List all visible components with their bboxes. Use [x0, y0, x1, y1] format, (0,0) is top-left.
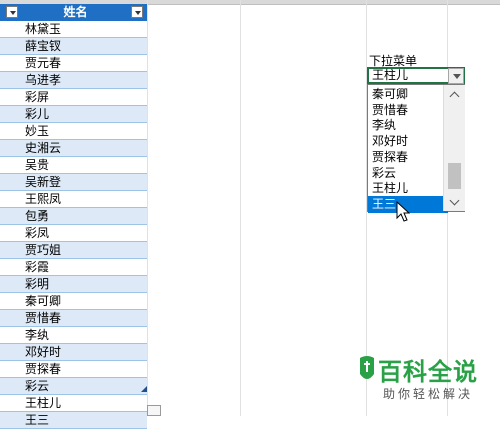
table-row[interactable]: 彩明: [0, 276, 147, 293]
dropdown-scrollbar[interactable]: [443, 85, 465, 211]
table-row[interactable]: 吴贵: [0, 157, 147, 174]
filter-dropdown-icon[interactable]: [6, 6, 18, 18]
scroll-thumb[interactable]: [448, 163, 461, 189]
table-row[interactable]: 彩凤: [0, 225, 147, 242]
chevron-down-icon: [449, 195, 460, 205]
table-resize-icon[interactable]: [141, 386, 147, 392]
table-row[interactable]: 贾元春: [0, 55, 147, 72]
table-row[interactable]: 贾惜春: [0, 310, 147, 327]
table-row[interactable]: 贾探春: [0, 361, 147, 378]
table-row[interactable]: 林黛玉: [0, 21, 147, 38]
mouse-cursor-icon: [396, 201, 410, 222]
table-row[interactable]: 史湘云: [0, 140, 147, 157]
table-row[interactable]: 彩霞: [0, 259, 147, 276]
dropdown-option[interactable]: 秦可卿: [368, 86, 448, 103]
table-row[interactable]: 王熙凤: [0, 191, 147, 208]
watermark-title: 百科全说: [378, 358, 478, 386]
table-row[interactable]: 薛宝钗: [0, 38, 147, 55]
table-row[interactable]: 邓好时: [0, 344, 147, 361]
filter-dropdown-icon[interactable]: [131, 6, 143, 18]
scroll-up-button[interactable]: [444, 85, 465, 103]
table-row[interactable]: 彩儿: [0, 106, 147, 123]
name-column-header: 姓名: [63, 5, 88, 19]
gridline: [240, 0, 241, 416]
table-row[interactable]: 秦可卿: [0, 293, 147, 310]
table-header: 姓名: [0, 4, 147, 22]
gridline: [147, 0, 148, 416]
table-row[interactable]: 妙玉: [0, 123, 147, 140]
table-row[interactable]: 包勇: [0, 208, 147, 225]
dropdown-option[interactable]: 贾探春: [368, 149, 448, 166]
dropdown-value: 王柱儿: [372, 68, 409, 82]
watermark-subtitle: 助你轻松解决: [383, 387, 474, 401]
dropdown-option[interactable]: 贾惜春: [368, 102, 448, 119]
scroll-down-button[interactable]: [444, 193, 465, 211]
table-row[interactable]: 王柱儿: [0, 395, 147, 412]
table-row[interactable]: 王三: [0, 412, 147, 429]
dropdown-option[interactable]: 彩云: [368, 165, 448, 182]
table-row[interactable]: 李纨: [0, 327, 147, 344]
dropdown-option[interactable]: 王柱儿: [368, 180, 448, 197]
watermark-logo-icon: [360, 356, 374, 379]
spreadsheet-grid[interactable]: 姓名 林黛玉 薛宝钗 贾元春 乌进孝 彩屏 彩儿 妙玉 史湘云 吴贵 吴新登 王熙凤 包勇 彩凤 贾巧姐彩…: [0, 0, 500, 429]
chevron-up-icon: [449, 91, 460, 101]
dropdown-option[interactable]: 李纨: [368, 117, 448, 134]
paste-options-icon[interactable]: [147, 405, 161, 416]
dropdown-option[interactable]: 邓好时: [368, 133, 448, 150]
table-row[interactable]: 贾巧姐: [0, 242, 147, 259]
table-row[interactable]: 彩屏: [0, 89, 147, 106]
table-row[interactable]: 彩云: [0, 378, 147, 395]
table-row[interactable]: 吴新登: [0, 174, 147, 191]
table-row[interactable]: 乌进孝: [0, 72, 147, 89]
dropdown-arrow-icon[interactable]: [448, 68, 464, 84]
